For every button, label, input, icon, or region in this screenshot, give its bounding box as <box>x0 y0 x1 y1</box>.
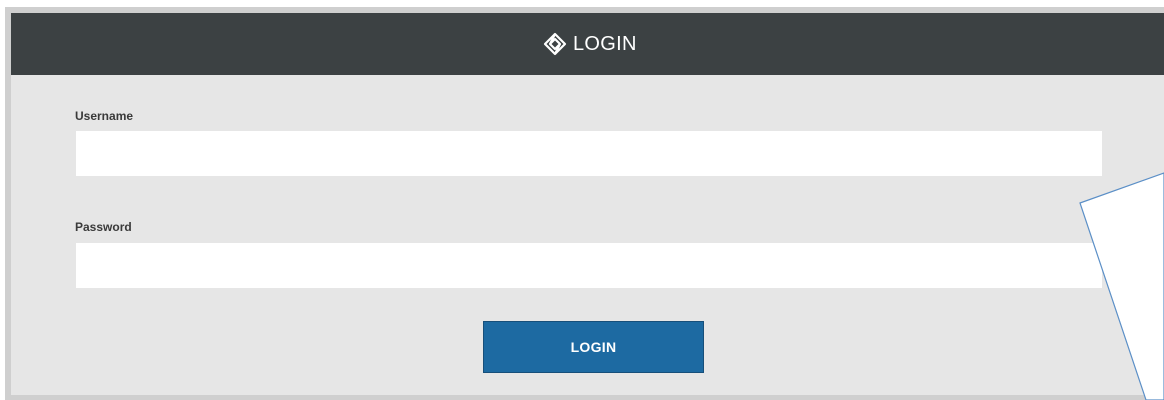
login-panel: LOGIN Username Password LOGIN <box>5 7 1164 400</box>
username-input[interactable] <box>76 131 1102 176</box>
login-button[interactable]: LOGIN <box>483 321 704 373</box>
header-title-group: LOGIN <box>543 30 637 58</box>
username-label: Username <box>75 109 134 123</box>
page-title: LOGIN <box>573 33 637 55</box>
password-label: Password <box>75 220 132 234</box>
page-stage: LOGIN Username Password LOGIN <box>0 0 1164 400</box>
password-input[interactable] <box>76 243 1102 288</box>
diamond-logo-icon <box>543 32 567 56</box>
panel-header: LOGIN <box>11 13 1164 75</box>
